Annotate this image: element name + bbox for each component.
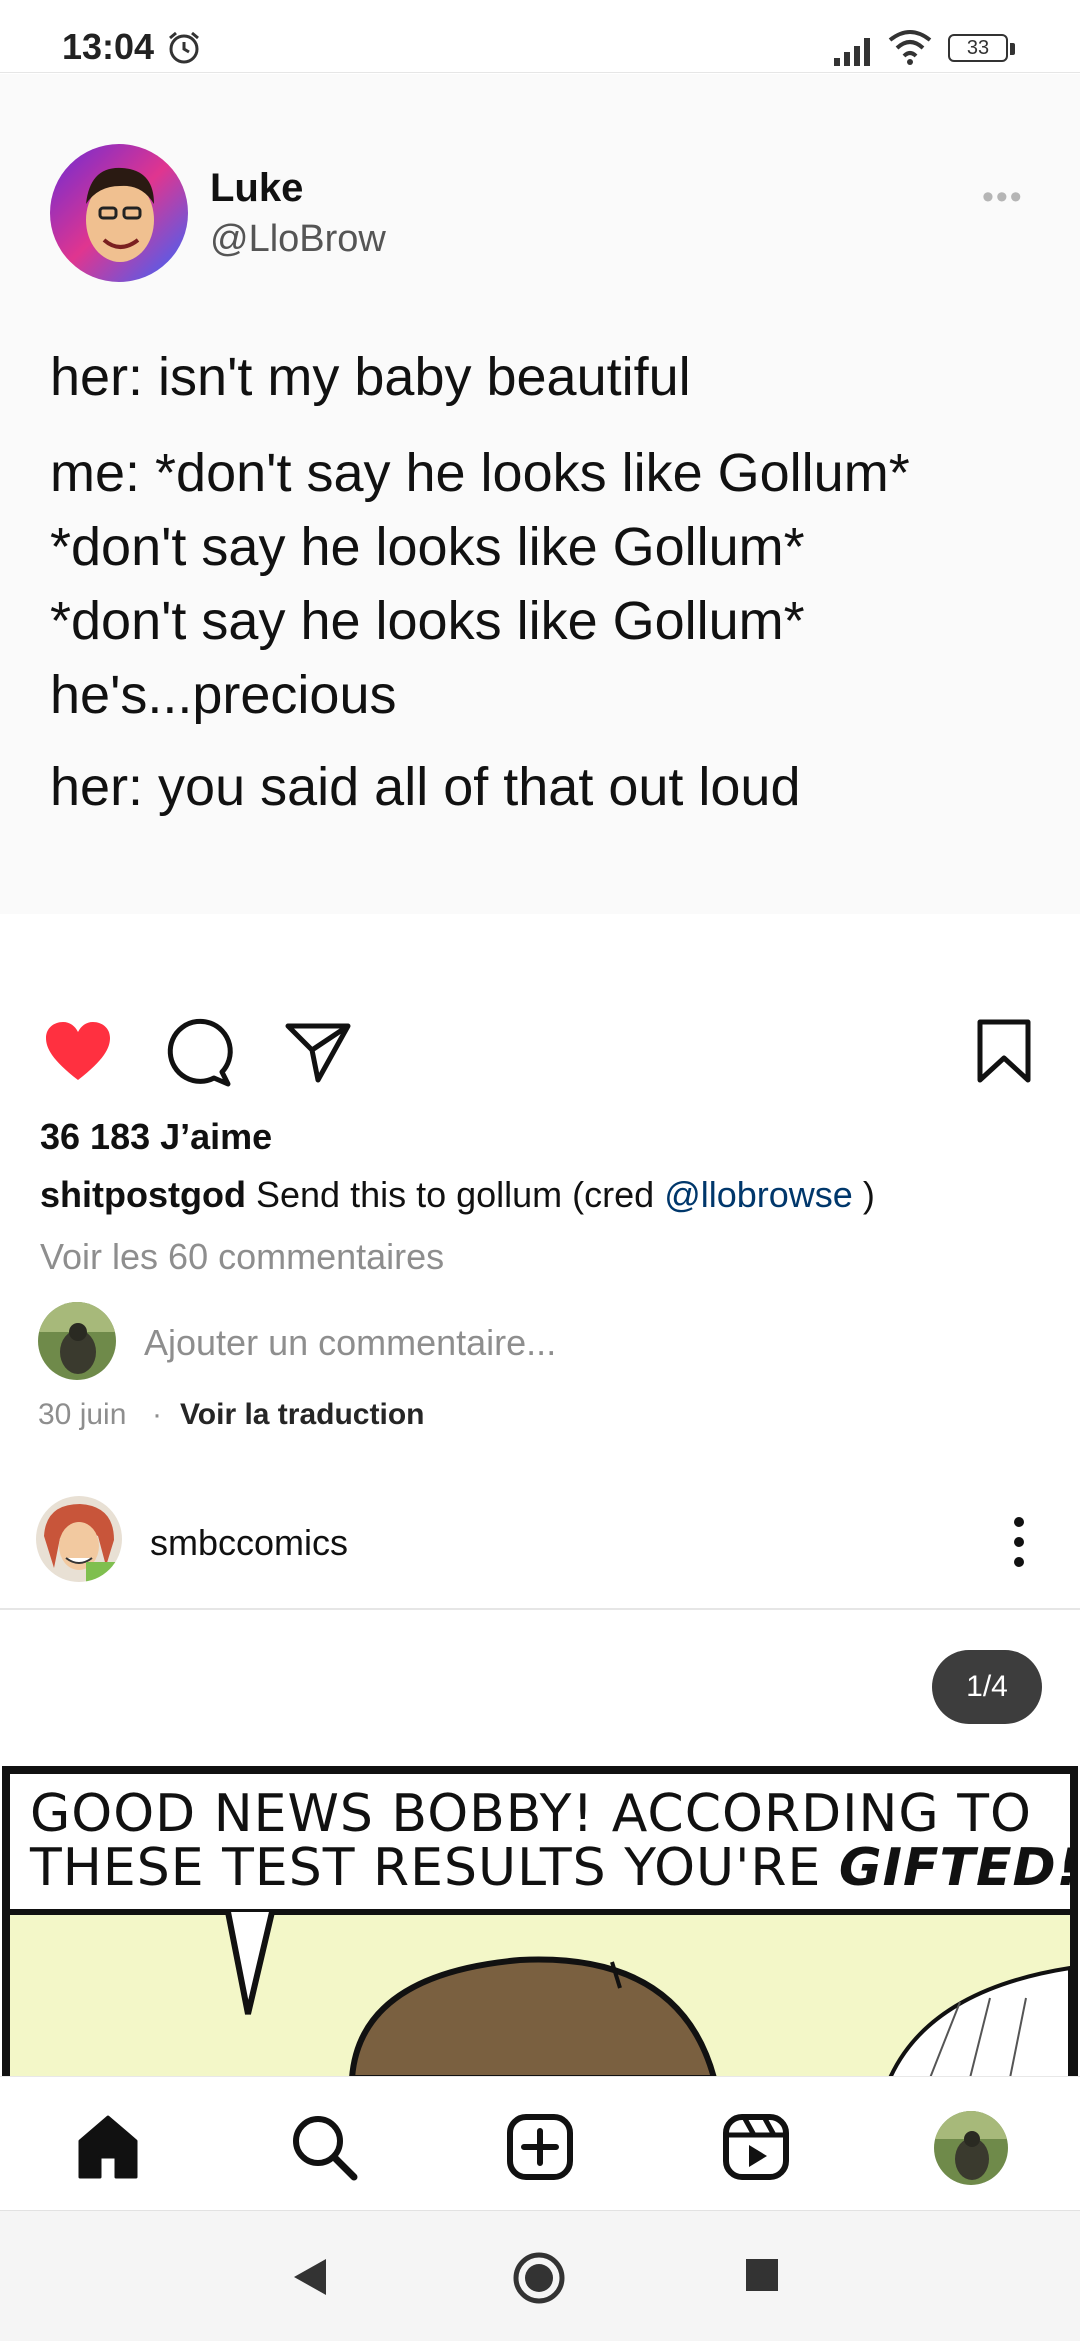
tweet-line: *don't say he looks like Gollum*	[50, 517, 805, 577]
carousel-counter: 1/4	[932, 1650, 1042, 1724]
battery-icon: 33	[948, 32, 1018, 66]
post-caption: shitpostgod Send this to gollum (cred @l…	[40, 1174, 875, 1216]
tweet-line: her: isn't my baby beautiful	[50, 347, 691, 407]
see-translation-link[interactable]: Voir la traduction	[180, 1398, 424, 1432]
tweet-author-handle: @LloBrow	[210, 218, 386, 260]
post-date: 30 juin	[38, 1398, 127, 1431]
comic-text-line1: GOOD NEWS BOBBY! ACCORDING TO	[30, 1784, 1032, 1844]
heart-icon[interactable]	[42, 1016, 114, 1088]
comic-text-line2-a: THESE TEST RESULTS YOU'RE	[30, 1838, 839, 1898]
divider	[0, 1608, 1080, 1610]
system-nav-bar	[0, 2210, 1080, 2341]
signal-icon	[834, 38, 870, 66]
bottom-nav	[0, 2076, 1080, 2211]
alarm-icon	[169, 31, 199, 64]
comment-icon[interactable]	[162, 1018, 234, 1090]
reels-icon[interactable]	[720, 2111, 792, 2183]
caption-text: Send this to gollum (cred	[255, 1174, 665, 1215]
status-time: 13:04	[62, 26, 155, 67]
wifi-icon	[888, 30, 932, 65]
add-comment-input[interactable]: Ajouter un commentaire...	[144, 1322, 556, 1364]
bookmark-icon[interactable]	[968, 1016, 1040, 1088]
comment-avatar	[38, 1302, 116, 1380]
home-circle-icon[interactable]	[512, 2251, 566, 2305]
comic-text-line2: THESE TEST RESULTS YOU'RE GIFTED!	[30, 1838, 1080, 1898]
tweet-line: he's...precious	[50, 665, 397, 725]
back-icon[interactable]	[290, 2255, 330, 2299]
comic-text-line2-b: GIFTED!	[838, 1838, 1080, 1898]
tweet-line: *don't say he looks like Gollum*	[50, 591, 805, 651]
add-post-icon[interactable]	[504, 2111, 576, 2183]
tweet-line: me: *don't say he looks like Gollum*	[50, 443, 910, 503]
recents-icon[interactable]	[744, 2257, 780, 2293]
tweet-more-icon: •••	[982, 178, 1024, 216]
tweet-avatar	[50, 144, 188, 282]
status-bar: 13:04 33	[0, 0, 1080, 73]
comic-image[interactable]: GOOD NEWS BOBBY! ACCORDING TO THESE TEST…	[0, 1762, 1080, 2078]
share-icon[interactable]	[282, 1016, 354, 1088]
tweet-line: her: you said all of that out loud	[50, 757, 801, 817]
search-icon[interactable]	[288, 2111, 360, 2183]
separator-dot: ·	[152, 1398, 162, 1431]
caption-end: )	[852, 1174, 875, 1215]
home-icon[interactable]	[72, 2111, 144, 2183]
view-comments-link[interactable]: Voir les 60 commentaires	[40, 1236, 444, 1278]
more-options-icon[interactable]	[1004, 1512, 1034, 1572]
caption-mention[interactable]: @llobrowse	[664, 1174, 853, 1215]
tweet-author-name: Luke	[210, 166, 304, 210]
likes-count[interactable]: 36 183 J’aime	[40, 1116, 272, 1158]
smbc-avatar[interactable]	[36, 1496, 122, 1582]
battery-level: 33	[948, 34, 1008, 62]
next-post-username[interactable]: smbccomics	[150, 1522, 348, 1564]
profile-avatar[interactable]	[934, 2111, 1008, 2185]
caption-username[interactable]: shitpostgod	[40, 1174, 246, 1215]
